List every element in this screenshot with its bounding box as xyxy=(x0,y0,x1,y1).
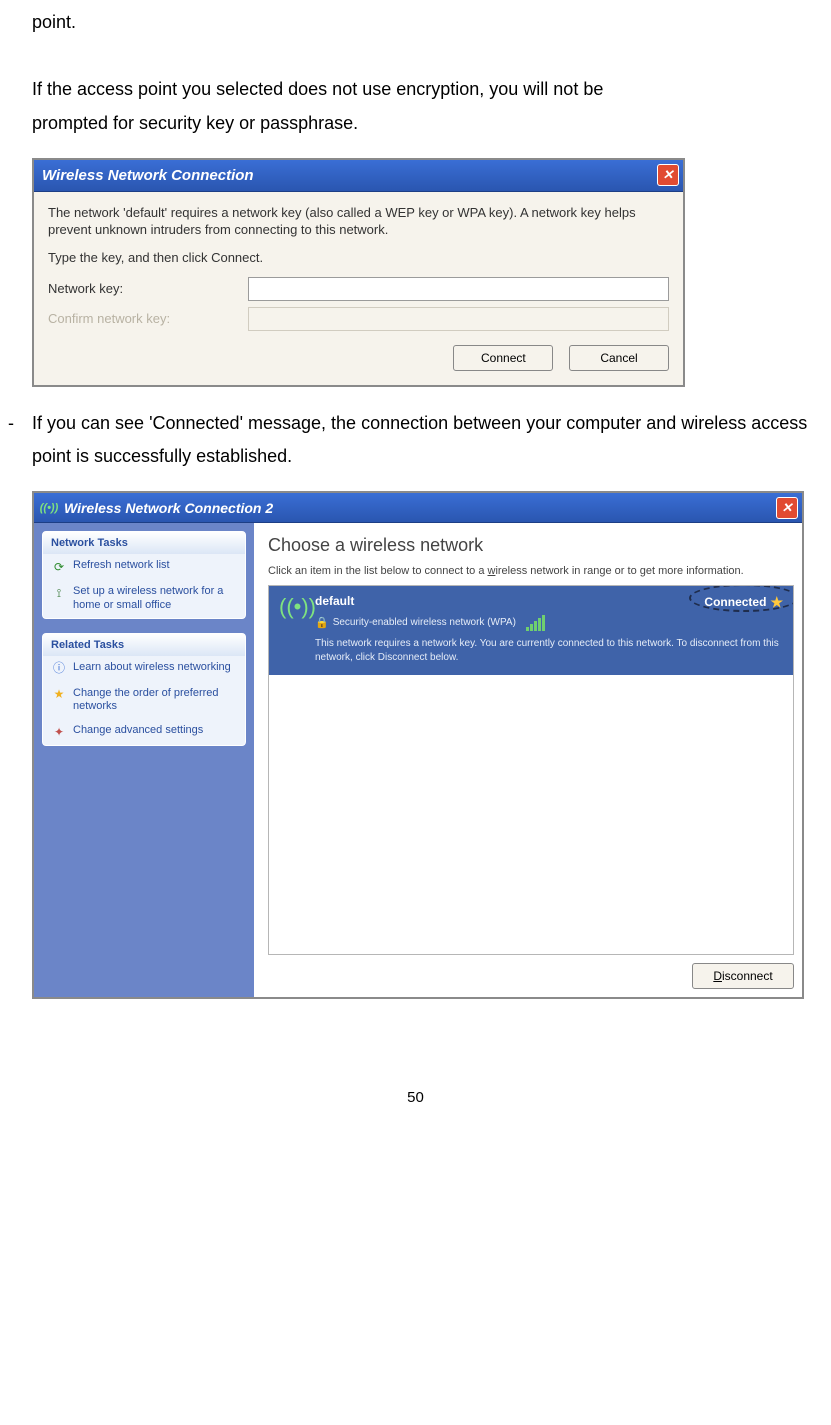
disconnect-label: isconnect xyxy=(722,969,773,983)
refresh-icon: ⟳ xyxy=(51,559,67,575)
dialog2-titlebar: ((•)) Wireless Network Connection 2 ✕ xyxy=(34,493,802,523)
dialog1-text1: The network 'default' requires a network… xyxy=(48,204,669,239)
signal-icon: ((•)) xyxy=(279,596,315,618)
dialog2-main: Choose a wireless network Click an item … xyxy=(254,523,802,997)
dialog2-sidebar: Network Tasks ⟳ Refresh network list ⟟ S… xyxy=(34,523,254,997)
wireless-connection-window: ((•)) Wireless Network Connection 2 ✕ Ne… xyxy=(32,491,804,999)
dialog1-title: Wireless Network Connection xyxy=(42,167,254,184)
advanced-settings-link[interactable]: ✦ Change advanced settings xyxy=(43,719,245,745)
doc-bullet-2: If you can see 'Connected' message, the … xyxy=(32,407,819,474)
network-key-label: Network key: xyxy=(48,281,248,296)
network-security: Security-enabled wireless network (WPA) xyxy=(333,617,516,628)
network-tasks-panel: Network Tasks ⟳ Refresh network list ⟟ S… xyxy=(42,531,246,619)
related-tasks-panel: Related Tasks ⓘ Learn about wireless net… xyxy=(42,633,246,747)
doc-line-point: point. xyxy=(0,6,831,39)
confirm-key-input xyxy=(248,307,669,331)
bullet-dash: - xyxy=(8,407,32,474)
confirm-key-label: Confirm network key: xyxy=(48,311,248,326)
change-order-link[interactable]: ★ Change the order of preferred networks xyxy=(43,682,245,720)
learn-link[interactable]: ⓘ Learn about wireless networking xyxy=(43,656,245,682)
network-name: default xyxy=(315,594,354,611)
cancel-button[interactable]: Cancel xyxy=(569,345,669,371)
favorite-star-icon: ★ xyxy=(770,594,783,611)
connect-button[interactable]: Connect xyxy=(453,345,553,371)
choose-network-heading: Choose a wireless network xyxy=(268,535,794,556)
doc-para-1a: If the access point you selected does no… xyxy=(0,73,831,106)
dialog2-title: Wireless Network Connection 2 xyxy=(64,500,273,516)
related-tasks-header: Related Tasks xyxy=(43,634,245,656)
network-key-input[interactable] xyxy=(248,277,669,301)
close-icon[interactable]: ✕ xyxy=(776,497,798,519)
setup-network-link[interactable]: ⟟ Set up a wireless network for a home o… xyxy=(43,580,245,618)
network-description: This network requires a network key. You… xyxy=(315,637,783,665)
wireless-icon: ((•)) xyxy=(40,499,58,517)
network-item-default[interactable]: ((•)) default Connected ★ 🔒 xyxy=(269,586,793,675)
disconnect-button[interactable]: Disconnect xyxy=(692,963,794,989)
signal-bars-icon xyxy=(526,615,548,631)
star-icon: ★ xyxy=(51,687,67,703)
close-icon[interactable]: ✕ xyxy=(657,164,679,186)
dialog1-text2: Type the key, and then click Connect. xyxy=(48,249,669,267)
info-icon: ⓘ xyxy=(51,661,67,677)
network-status: Connected ★ xyxy=(704,594,783,611)
page-number: 50 xyxy=(0,1089,831,1106)
network-key-dialog: Wireless Network Connection ✕ The networ… xyxy=(32,158,685,387)
refresh-link[interactable]: ⟳ Refresh network list xyxy=(43,554,245,580)
dialog1-titlebar: Wireless Network Connection ✕ xyxy=(34,160,683,192)
network-tasks-header: Network Tasks xyxy=(43,532,245,554)
network-list: ((•)) default Connected ★ 🔒 xyxy=(268,585,794,955)
choose-network-subtext: Click an item in the list below to conne… xyxy=(268,564,794,579)
lock-icon: 🔒 xyxy=(315,616,329,629)
antenna-icon: ⟟ xyxy=(51,585,67,601)
gear-icon: ✦ xyxy=(51,724,67,740)
doc-para-1b: prompted for security key or passphrase. xyxy=(0,107,831,140)
dialog1-body: The network 'default' requires a network… xyxy=(34,192,683,385)
